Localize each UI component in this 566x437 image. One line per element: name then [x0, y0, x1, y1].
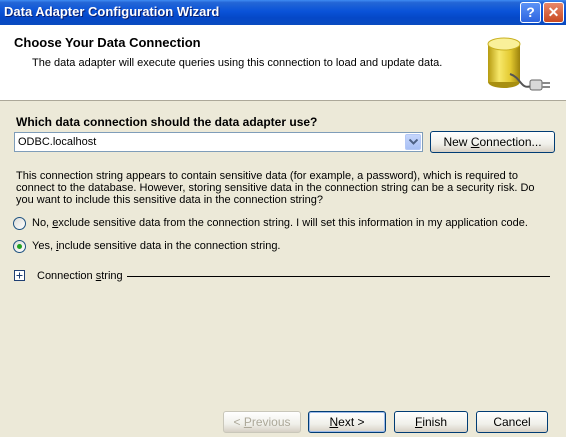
finish-label-c: inish: [422, 415, 448, 429]
connection-select[interactable]: ODBC.localhost: [14, 132, 423, 152]
connection-string-label[interactable]: Connection string: [37, 270, 123, 282]
new-connection-button[interactable]: New Connection...: [430, 131, 555, 153]
close-button[interactable]: ✕: [543, 2, 564, 23]
connstr-label-a: Connection: [37, 270, 96, 282]
include-sensitive-label[interactable]: Yes, include sensitive data in the conne…: [32, 240, 281, 252]
wizard-header: Choose Your Data Connection The data ada…: [0, 25, 566, 101]
title-bar[interactable]: Data Adapter Configuration Wizard ? ✕: [0, 0, 566, 25]
previous-button[interactable]: < Previous: [223, 411, 301, 433]
exclude-sensitive-label[interactable]: No, exclude sensitive data from the conn…: [32, 217, 528, 229]
connection-question-label: Which data connection should the data ad…: [16, 115, 318, 129]
next-label-c: ext >: [338, 415, 365, 429]
cancel-button[interactable]: Cancel: [476, 411, 548, 433]
new-connection-label-a: New: [443, 135, 471, 149]
include-label-c: nclude sensitive data in the connection …: [58, 240, 281, 252]
connection-select-value: ODBC.localhost: [18, 136, 97, 148]
database-connection-icon: [487, 37, 550, 91]
next-button[interactable]: Next >: [308, 411, 386, 433]
previous-label-b: P: [243, 415, 252, 429]
sensitive-data-paragraph: This connection string appears to contai…: [16, 170, 535, 206]
page-subtitle: The data adapter will execute queries us…: [32, 57, 443, 69]
previous-label-c: revious: [251, 415, 291, 429]
window-title: Data Adapter Configuration Wizard: [4, 4, 220, 19]
include-label-a: Yes,: [32, 240, 57, 252]
expand-plus-icon[interactable]: [14, 270, 25, 281]
exclude-label-a: No,: [32, 217, 53, 229]
previous-label-a: <: [233, 415, 244, 429]
wizard-window: Data Adapter Configuration Wizard ? ✕ Ch…: [0, 0, 566, 437]
finish-button[interactable]: Finish: [394, 411, 468, 433]
new-connection-label-c: onnection...: [479, 135, 542, 149]
include-sensitive-radio[interactable]: [13, 240, 26, 253]
chevron-down-icon[interactable]: [405, 134, 421, 150]
exclude-label-c: xclude sensitive data from the connectio…: [58, 217, 528, 229]
radio-selected-dot: [17, 244, 22, 249]
help-button[interactable]: ?: [520, 2, 541, 23]
next-label-b: N: [329, 415, 339, 429]
page-title: Choose Your Data Connection: [14, 35, 201, 50]
connstr-label-c: tring: [101, 270, 123, 282]
exclude-sensitive-radio[interactable]: [13, 217, 26, 230]
separator-line: [127, 276, 550, 277]
